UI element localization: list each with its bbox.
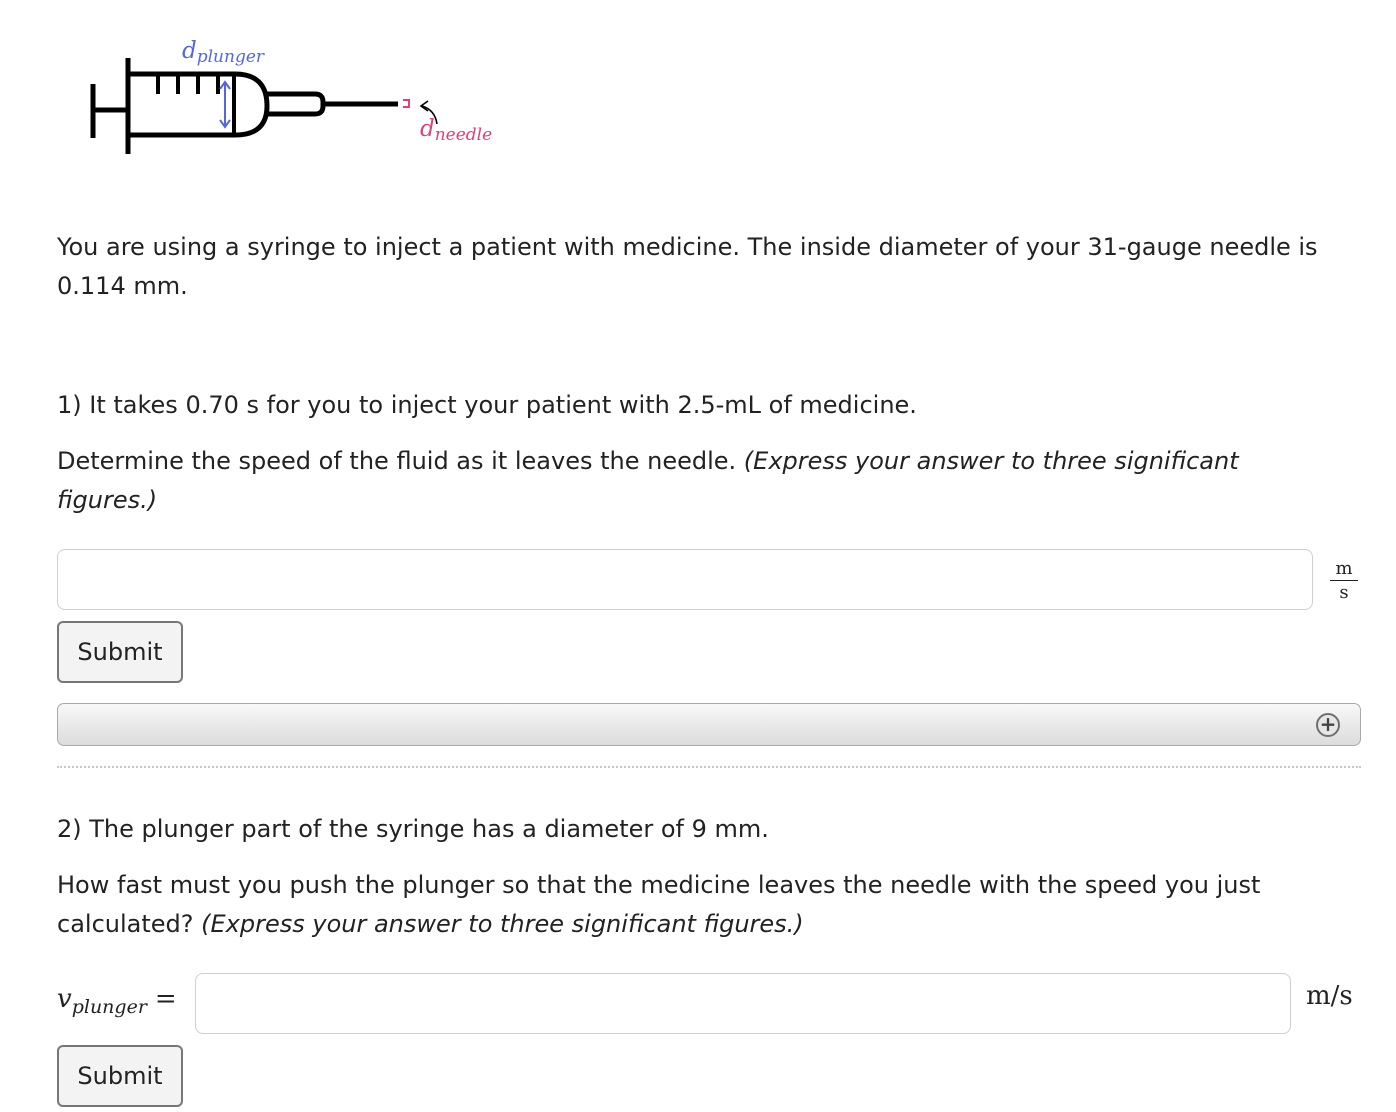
pointer-arrowhead [419, 100, 429, 112]
question-2-text: 2) The plunger part of the syringe has a… [57, 815, 769, 843]
question-1-prompt: Determine the speed of the fluid as it l… [57, 442, 1317, 520]
question-1-unit: m s [1330, 559, 1358, 603]
question-1-submit-button[interactable]: Submit [57, 621, 183, 683]
needle-diameter-marker [403, 99, 410, 108]
unit-numerator: m [1330, 559, 1358, 581]
question-divider [57, 766, 1361, 768]
question-1-answer-input[interactable] [57, 549, 1313, 610]
question-2-prompt: How fast must you push the plunger so th… [57, 866, 1357, 944]
equals-sign: = [154, 984, 177, 1014]
question-2-unit: m/s [1306, 981, 1353, 1011]
question-2-answer-input[interactable] [195, 973, 1291, 1034]
problem-intro: You are using a syringe to inject a pati… [57, 233, 1318, 300]
variable-symbol: v [57, 984, 72, 1014]
plunger-diameter-label: dplunger [182, 38, 265, 67]
plus-circle-icon[interactable]: + [1316, 713, 1340, 737]
unit-denominator: s [1339, 582, 1349, 603]
variable-subscript: plunger [71, 996, 147, 1018]
needle-hub [267, 91, 326, 117]
question-2-instruction: (Express your answer to three significan… [201, 910, 804, 938]
question-2-submit-button[interactable]: Submit [57, 1045, 183, 1107]
syringe-figure: dplunger dneedle [80, 34, 510, 164]
question-2-variable-label: vplunger = [57, 984, 177, 1018]
question-1-text: 1) It takes 0.70 s for you to inject you… [57, 391, 917, 419]
needle-diameter-label: dneedle [420, 116, 493, 145]
question-1-prompt-text: Determine the speed of the fluid as it l… [57, 447, 737, 475]
question-1-expand-bar[interactable]: + [57, 703, 1361, 746]
